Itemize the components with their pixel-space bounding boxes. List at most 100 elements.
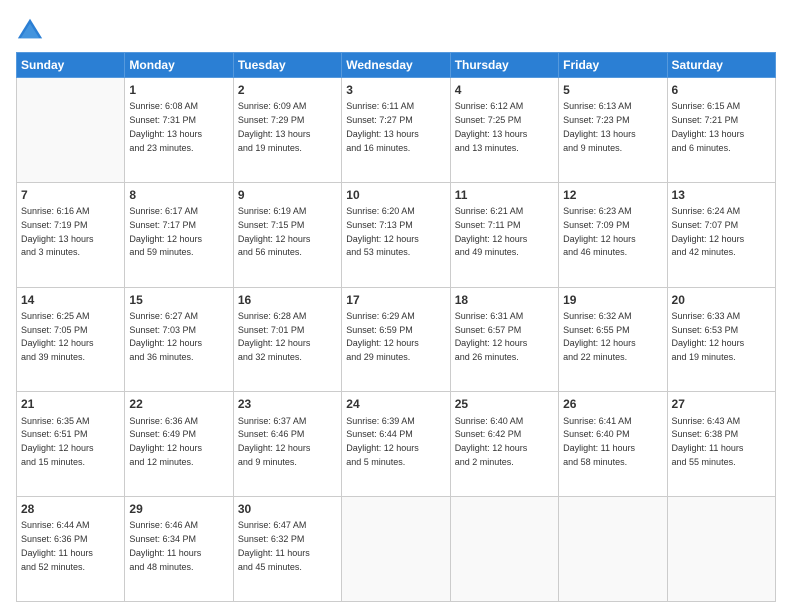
calendar-cell: 24 Sunrise: 6:39 AM Sunset: 6:44 PM Dayli… — [342, 392, 450, 497]
week-row-3: 14 Sunrise: 6:25 AM Sunset: 7:05 PM Dayli… — [17, 287, 776, 392]
day-number: 2 — [238, 82, 337, 98]
page: SundayMondayTuesdayWednesdayThursdayFrid… — [0, 0, 792, 612]
day-number: 9 — [238, 187, 337, 203]
calendar-cell: 29 Sunrise: 6:46 AM Sunset: 6:34 PM Dayli… — [125, 497, 233, 602]
day-info: Sunrise: 6:12 AM Sunset: 7:25 PM Dayligh… — [455, 101, 528, 152]
day-number: 13 — [672, 187, 771, 203]
calendar-cell — [667, 497, 775, 602]
day-number: 3 — [346, 82, 445, 98]
day-number: 25 — [455, 396, 554, 412]
day-number: 26 — [563, 396, 662, 412]
calendar-cell — [559, 497, 667, 602]
day-info: Sunrise: 6:40 AM Sunset: 6:42 PM Dayligh… — [455, 416, 528, 467]
calendar-cell: 16 Sunrise: 6:28 AM Sunset: 7:01 PM Dayli… — [233, 287, 341, 392]
weekday-header-sunday: Sunday — [17, 53, 125, 78]
calendar-cell: 1 Sunrise: 6:08 AM Sunset: 7:31 PM Daylig… — [125, 78, 233, 183]
day-number: 23 — [238, 396, 337, 412]
day-number: 21 — [21, 396, 120, 412]
day-info: Sunrise: 6:08 AM Sunset: 7:31 PM Dayligh… — [129, 101, 202, 152]
day-info: Sunrise: 6:23 AM Sunset: 7:09 PM Dayligh… — [563, 206, 636, 257]
day-number: 22 — [129, 396, 228, 412]
day-info: Sunrise: 6:19 AM Sunset: 7:15 PM Dayligh… — [238, 206, 311, 257]
day-number: 18 — [455, 292, 554, 308]
day-info: Sunrise: 6:28 AM Sunset: 7:01 PM Dayligh… — [238, 311, 311, 362]
calendar-cell: 28 Sunrise: 6:44 AM Sunset: 6:36 PM Dayli… — [17, 497, 125, 602]
day-info: Sunrise: 6:09 AM Sunset: 7:29 PM Dayligh… — [238, 101, 311, 152]
day-info: Sunrise: 6:11 AM Sunset: 7:27 PM Dayligh… — [346, 101, 419, 152]
day-info: Sunrise: 6:17 AM Sunset: 7:17 PM Dayligh… — [129, 206, 202, 257]
day-info: Sunrise: 6:25 AM Sunset: 7:05 PM Dayligh… — [21, 311, 94, 362]
day-number: 20 — [672, 292, 771, 308]
week-row-4: 21Sunrise: 6:35 AM Sunset: 6:51 PM Dayli… — [17, 392, 776, 497]
calendar-cell: 7 Sunrise: 6:16 AM Sunset: 7:19 PM Daylig… — [17, 182, 125, 287]
calendar-cell: 18 Sunrise: 6:31 AM Sunset: 6:57 PM Dayli… — [450, 287, 558, 392]
day-number: 8 — [129, 187, 228, 203]
day-number: 7 — [21, 187, 120, 203]
calendar-cell: 25 Sunrise: 6:40 AM Sunset: 6:42 PM Dayli… — [450, 392, 558, 497]
day-info: Sunrise: 6:27 AM Sunset: 7:03 PM Dayligh… — [129, 311, 202, 362]
day-number: 4 — [455, 82, 554, 98]
calendar-cell: 8 Sunrise: 6:17 AM Sunset: 7:17 PM Daylig… — [125, 182, 233, 287]
calendar-cell: 4 Sunrise: 6:12 AM Sunset: 7:25 PM Daylig… — [450, 78, 558, 183]
day-number: 16 — [238, 292, 337, 308]
calendar-cell: 15 Sunrise: 6:27 AM Sunset: 7:03 PM Dayli… — [125, 287, 233, 392]
day-number: 17 — [346, 292, 445, 308]
day-info: Sunrise: 6:31 AM Sunset: 6:57 PM Dayligh… — [455, 311, 528, 362]
calendar-cell: 11Sunrise: 6:21 AM Sunset: 7:11 PM Dayli… — [450, 182, 558, 287]
day-info: Sunrise: 6:33 AM Sunset: 6:53 PM Dayligh… — [672, 311, 745, 362]
calendar-cell: 30 Sunrise: 6:47 AM Sunset: 6:32 PM Dayli… — [233, 497, 341, 602]
day-number: 12 — [563, 187, 662, 203]
weekday-header-friday: Friday — [559, 53, 667, 78]
calendar-cell: 12 Sunrise: 6:23 AM Sunset: 7:09 PM Dayli… — [559, 182, 667, 287]
day-number: 14 — [21, 292, 120, 308]
day-number: 29 — [129, 501, 228, 517]
week-row-2: 7 Sunrise: 6:16 AM Sunset: 7:19 PM Daylig… — [17, 182, 776, 287]
day-number: 30 — [238, 501, 337, 517]
day-number: 28 — [21, 501, 120, 517]
day-info: Sunrise: 6:29 AM Sunset: 6:59 PM Dayligh… — [346, 311, 419, 362]
day-info: Sunrise: 6:20 AM Sunset: 7:13 PM Dayligh… — [346, 206, 419, 257]
week-row-5: 28 Sunrise: 6:44 AM Sunset: 6:36 PM Dayli… — [17, 497, 776, 602]
logo — [16, 16, 48, 44]
day-info: Sunrise: 6:39 AM Sunset: 6:44 PM Dayligh… — [346, 416, 419, 467]
calendar-cell: 27 Sunrise: 6:43 AM Sunset: 6:38 PM Dayli… — [667, 392, 775, 497]
day-number: 1 — [129, 82, 228, 98]
day-info: Sunrise: 6:32 AM Sunset: 6:55 PM Dayligh… — [563, 311, 636, 362]
calendar-cell — [450, 497, 558, 602]
calendar-cell: 5 Sunrise: 6:13 AM Sunset: 7:23 PM Daylig… — [559, 78, 667, 183]
weekday-header-thursday: Thursday — [450, 53, 558, 78]
week-row-1: 1 Sunrise: 6:08 AM Sunset: 7:31 PM Daylig… — [17, 78, 776, 183]
day-number: 5 — [563, 82, 662, 98]
day-number: 27 — [672, 396, 771, 412]
day-info: Sunrise: 6:13 AM Sunset: 7:23 PM Dayligh… — [563, 101, 636, 152]
logo-icon — [16, 16, 44, 44]
day-info: Sunrise: 6:44 AM Sunset: 6:36 PM Dayligh… — [21, 520, 93, 571]
day-number: 6 — [672, 82, 771, 98]
day-info: Sunrise: 6:15 AM Sunset: 7:21 PM Dayligh… — [672, 101, 745, 152]
day-info: Sunrise: 6:41 AM Sunset: 6:40 PM Dayligh… — [563, 416, 635, 467]
day-info: Sunrise: 6:24 AM Sunset: 7:07 PM Dayligh… — [672, 206, 745, 257]
day-number: 10 — [346, 187, 445, 203]
day-info: Sunrise: 6:46 AM Sunset: 6:34 PM Dayligh… — [129, 520, 201, 571]
calendar-cell: 3 Sunrise: 6:11 AM Sunset: 7:27 PM Daylig… — [342, 78, 450, 183]
weekday-header-monday: Monday — [125, 53, 233, 78]
day-info: Sunrise: 6:16 AM Sunset: 7:19 PM Dayligh… — [21, 206, 94, 257]
day-info: Sunrise: 6:47 AM Sunset: 6:32 PM Dayligh… — [238, 520, 310, 571]
weekday-header-wednesday: Wednesday — [342, 53, 450, 78]
calendar-cell: 23 Sunrise: 6:37 AM Sunset: 6:46 PM Dayli… — [233, 392, 341, 497]
calendar-cell: 10 Sunrise: 6:20 AM Sunset: 7:13 PM Dayli… — [342, 182, 450, 287]
weekday-header-saturday: Saturday — [667, 53, 775, 78]
calendar-cell: 2 Sunrise: 6:09 AM Sunset: 7:29 PM Daylig… — [233, 78, 341, 183]
day-number: 24 — [346, 396, 445, 412]
day-info: Sunrise: 6:43 AM Sunset: 6:38 PM Dayligh… — [672, 416, 744, 467]
calendar-cell: 13 Sunrise: 6:24 AM Sunset: 7:07 PM Dayli… — [667, 182, 775, 287]
calendar-table: SundayMondayTuesdayWednesdayThursdayFrid… — [16, 52, 776, 602]
day-number: 15 — [129, 292, 228, 308]
calendar-cell: 9 Sunrise: 6:19 AM Sunset: 7:15 PM Daylig… — [233, 182, 341, 287]
day-info: Sunrise: 6:37 AM Sunset: 6:46 PM Dayligh… — [238, 416, 311, 467]
calendar-cell: 26 Sunrise: 6:41 AM Sunset: 6:40 PM Dayli… — [559, 392, 667, 497]
day-info: Sunrise: 6:36 AM Sunset: 6:49 PM Dayligh… — [129, 416, 202, 467]
weekday-header-tuesday: Tuesday — [233, 53, 341, 78]
calendar-cell: 21Sunrise: 6:35 AM Sunset: 6:51 PM Dayli… — [17, 392, 125, 497]
day-number: 19 — [563, 292, 662, 308]
